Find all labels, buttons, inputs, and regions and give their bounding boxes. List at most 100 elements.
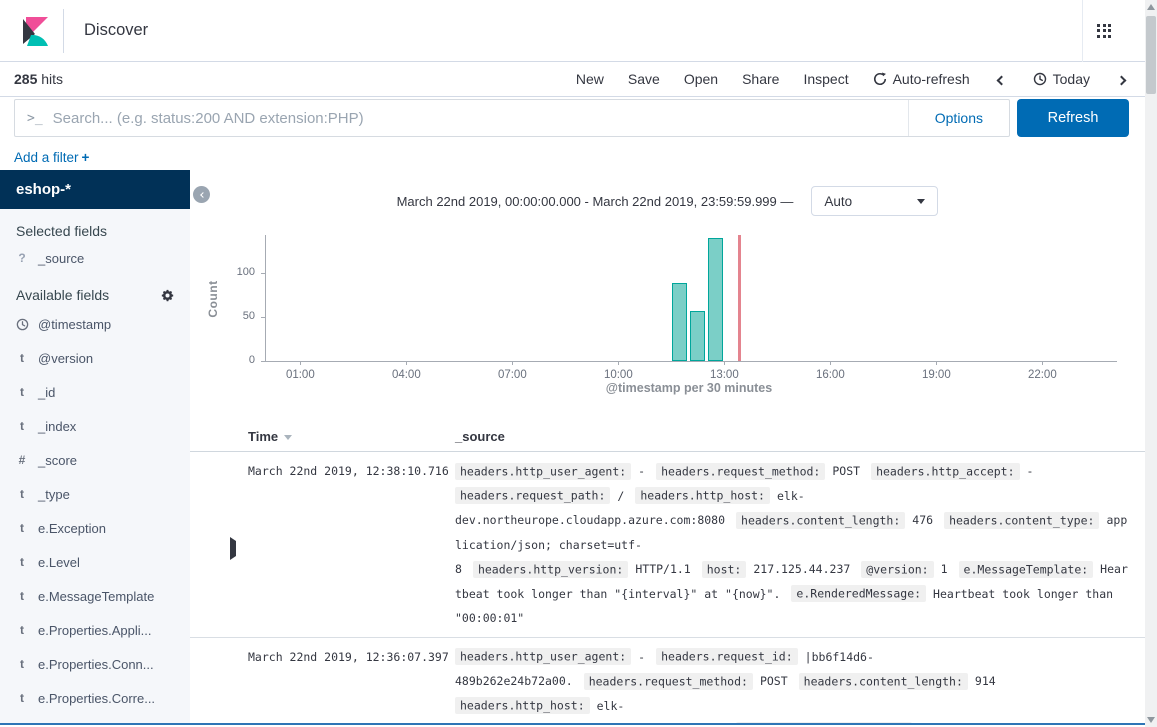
field-value: 217.125.44.237 [753,562,850,576]
field-item-_type[interactable]: t_type [0,477,190,511]
histogram-bar[interactable] [672,283,687,361]
chevron-left-icon [200,192,206,198]
histogram-chart: 05010001:0004:0007:0010:0013:0016:0019:0… [190,230,1145,402]
field-key: headers.content_length: [799,673,968,690]
plus-icon: + [82,150,90,165]
divider [63,9,64,53]
field-key: headers.http_user_agent: [455,463,631,480]
search-input[interactable] [53,100,908,136]
field-type-icon: t [16,555,28,569]
field-item-@version[interactable]: t @version [0,341,190,375]
add-filter-label: Add a filter [14,150,79,165]
filter-bar: Add a filter+ [0,142,1157,172]
histogram-bar[interactable] [690,311,705,361]
field-name: @version [38,351,93,366]
field-item-_index[interactable]: t_index [0,409,190,443]
field-name: _source [38,251,84,266]
histogram-bar[interactable] [708,238,723,361]
scrollbar-thumb[interactable] [1146,16,1156,94]
index-pattern-selector[interactable]: eshop-* [0,170,190,209]
chevron-right-icon [1117,75,1127,85]
field-item-e.MessageTemplate[interactable]: te.MessageTemplate [0,579,190,613]
field-key: headers.request_id: [656,648,798,665]
field-name: e.MessageTemplate [38,589,154,604]
field-type-icon: t [16,351,28,365]
top-nav: New Save Open Share Inspect Auto-refresh Tod… [576,70,1129,89]
available-fields-list: @timestampt@versiont_idt_index#_scoret_t… [0,307,190,715]
field-item-e.Exception[interactable]: te.Exception [0,511,190,545]
table-body: March 22nd 2019, 12:38:10.716headers.htt… [190,452,1145,723]
nav-inspect-button[interactable]: Inspect [803,71,848,87]
x-tick-mark [406,361,407,365]
field-type-icon: ? [16,251,28,265]
vertical-scrollbar[interactable] [1145,0,1157,727]
field-item-e.Level[interactable]: te.Level [0,545,190,579]
column-header-source: _source [455,429,505,444]
auto-refresh-button[interactable]: Auto-refresh [873,71,970,87]
expand-row-button[interactable] [218,459,248,631]
nav-new-button[interactable]: New [576,71,604,87]
caret-right-icon [230,537,236,560]
scroll-up-arrow[interactable] [1147,4,1155,10]
kibana-logo[interactable] [21,16,51,46]
field-item-_id[interactable]: t_id [0,375,190,409]
y-tick-mark [261,361,265,362]
field-settings-button[interactable] [161,289,174,302]
hits-count: 285 [14,71,37,87]
field-item-e.Properties.Corre...[interactable]: te.Properties.Corre... [0,681,190,715]
x-tick-mark [1042,361,1043,365]
interval-select[interactable]: Auto [811,186,938,216]
x-tick-label: 13:00 [694,369,754,381]
time-back-button[interactable] [994,70,1009,89]
field-value: 476 [912,513,933,527]
fields-sidebar: eshop-* Selected fields ? _source Availab… [0,170,190,723]
field-key: headers.request_method: [656,463,825,480]
gear-icon [161,289,174,302]
field-key: @version: [861,561,933,578]
hits-counter: 285 hits [14,71,63,87]
discover-toolbar: 285 hits New Save Open Share Inspect Auto-re… [0,62,1157,97]
field-value: - [638,464,645,478]
field-item-e.Properties.Appli...[interactable]: te.Properties.Appli... [0,613,190,647]
x-axis [265,361,1117,362]
bottom-loading-bar [0,723,1145,725]
field-item-_source[interactable]: ? _source [0,243,190,273]
refresh-button[interactable]: Refresh [1017,99,1129,137]
collapse-sidebar-button[interactable] [193,186,210,203]
nav-open-button[interactable]: Open [684,71,718,87]
field-value: POST [832,464,860,478]
today-button[interactable]: Today [1033,71,1090,87]
column-header-time[interactable]: Time [218,429,455,444]
available-fields-heading: Available fields [0,273,190,307]
field-value: HTTP/1.1 [635,562,690,576]
x-tick-mark [300,361,301,365]
field-item-@timestamp[interactable]: @timestamp [0,307,190,341]
nav-save-button[interactable]: Save [628,71,660,87]
auto-refresh-label: Auto-refresh [893,71,970,87]
expand-row-button[interactable] [218,645,248,724]
row-source: headers.http_user_agent:-headers.request… [455,459,1133,631]
current-time-marker [738,235,741,361]
field-name: e.Exception [38,521,106,536]
chevron-left-icon [996,75,1006,85]
time-forward-button[interactable] [1114,70,1129,89]
field-value: - [1027,464,1034,478]
scroll-down-arrow[interactable] [1147,717,1155,723]
x-tick-label: 16:00 [800,369,860,381]
field-name: _type [38,487,70,502]
field-value: / [617,489,624,503]
field-item-e.Properties.Conn...[interactable]: te.Properties.Conn... [0,647,190,681]
x-tick-mark [512,361,513,365]
field-name: e.Properties.Conn... [38,657,154,672]
row-source: headers.http_user_agent:-headers.request… [455,645,1133,724]
selected-fields-heading: Selected fields [0,209,190,243]
add-filter-link[interactable]: Add a filter+ [14,150,89,165]
x-tick-mark [830,361,831,365]
row-timestamp: March 22nd 2019, 12:36:07.397 [248,645,455,724]
nav-share-button[interactable]: Share [742,71,779,87]
apps-menu-button[interactable] [1082,0,1125,62]
time-column-label: Time [248,429,278,444]
options-link[interactable]: Options [935,110,983,126]
field-key: headers.http_user_agent: [455,648,631,665]
field-item-_score[interactable]: #_score [0,443,190,477]
